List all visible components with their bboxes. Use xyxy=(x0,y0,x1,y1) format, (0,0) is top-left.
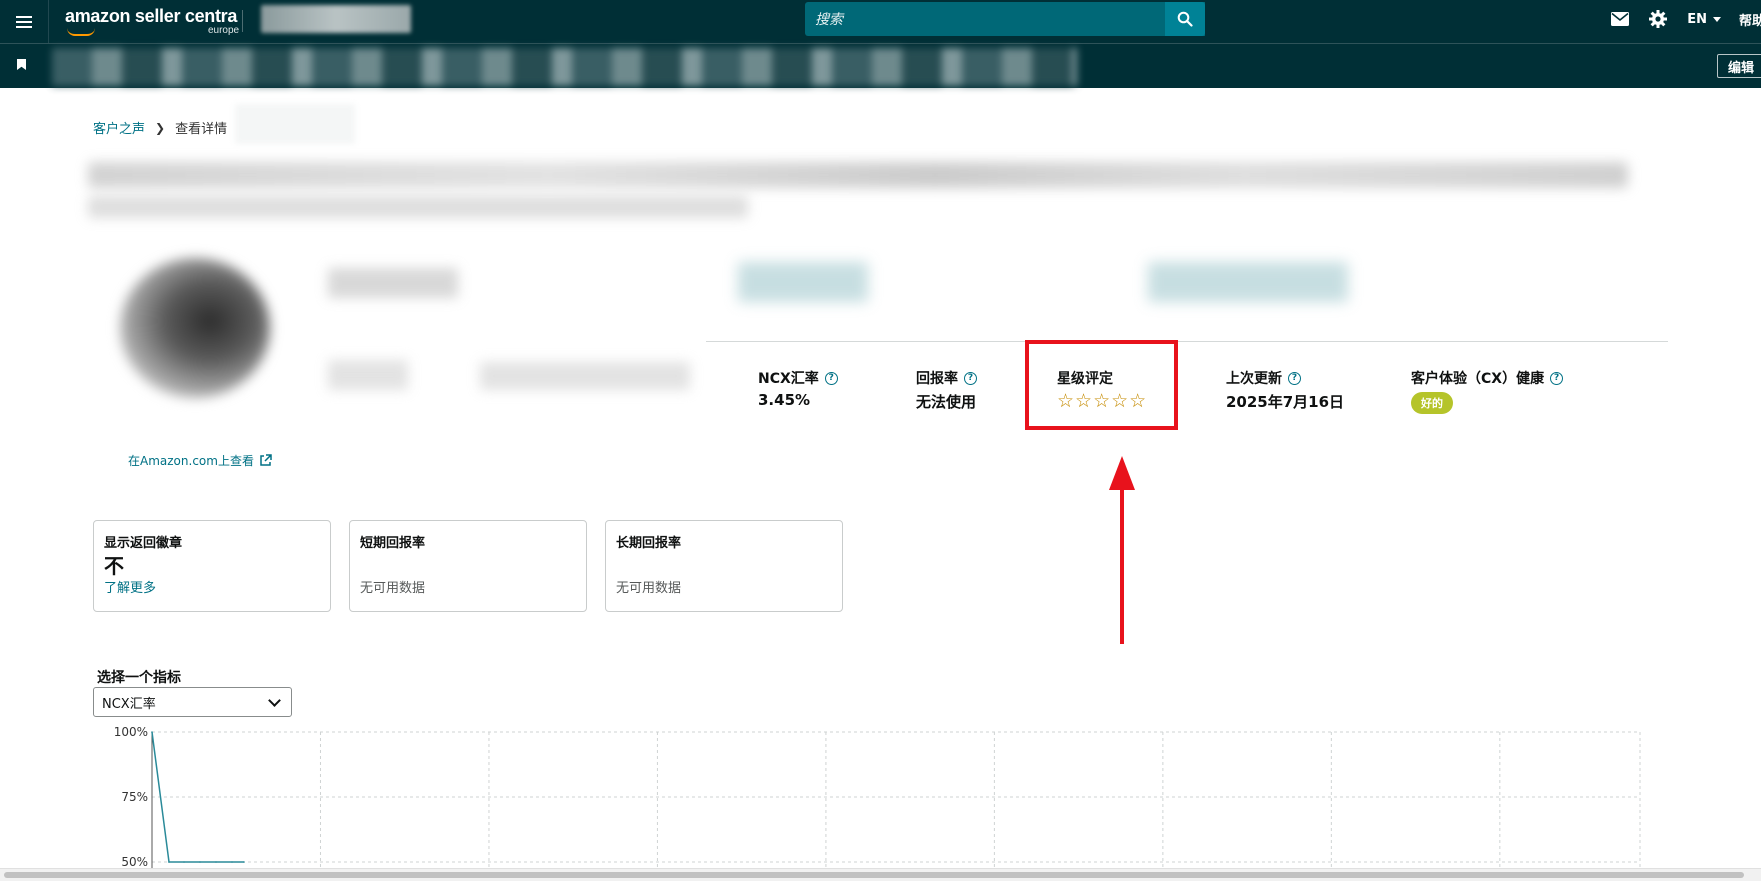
search-input[interactable] xyxy=(805,2,1197,38)
y-tick-label: 75% xyxy=(121,790,148,804)
data-point xyxy=(199,861,201,863)
search-box xyxy=(805,2,1205,38)
scrollbar-thumb[interactable] xyxy=(4,872,1744,878)
hamburger-menu-icon[interactable] xyxy=(0,0,49,43)
card-value: 无可用数据 xyxy=(616,581,682,596)
redacted-product-detail xyxy=(480,362,690,390)
redacted-breadcrumb xyxy=(235,104,355,144)
data-point xyxy=(231,861,233,863)
data-point xyxy=(183,861,185,863)
mail-icon[interactable] xyxy=(1611,12,1630,26)
data-point xyxy=(243,861,245,863)
redacted-product-detail xyxy=(328,360,408,390)
search-icon xyxy=(1177,11,1193,27)
redacted-bookmarks[interactable] xyxy=(52,48,1077,86)
breadcrumb-current: 查看详情 xyxy=(175,122,228,137)
y-tick-label: 100% xyxy=(114,725,148,739)
chevron-down-icon xyxy=(268,694,281,707)
annotation-highlight-box xyxy=(1025,340,1178,430)
redacted-store-selector[interactable] xyxy=(261,5,411,33)
data-point xyxy=(168,861,170,863)
help-icon[interactable]: ? xyxy=(1288,371,1301,385)
breadcrumb-voice-of-customer[interactable]: 客户之声 xyxy=(93,118,145,137)
edit-button[interactable]: 编辑 xyxy=(1716,54,1761,78)
data-point xyxy=(215,861,217,863)
metric-label: 回报率 xyxy=(916,371,958,387)
language-selector[interactable]: EN xyxy=(1687,12,1721,27)
redacted-product-detail xyxy=(738,262,868,302)
language-label: EN xyxy=(1687,11,1707,27)
metric-value: 无法使用 xyxy=(916,393,977,411)
metric-select-value: NCX汇率 xyxy=(102,696,156,712)
help-icon[interactable]: ? xyxy=(824,371,838,385)
annotation-arrow-shaft xyxy=(1120,480,1124,644)
search-button[interactable] xyxy=(1165,2,1205,36)
bookmark-bar: 编辑 xyxy=(0,43,1761,88)
chevron-down-icon xyxy=(1712,16,1721,22)
divider xyxy=(706,341,1668,342)
bookmark-icon[interactable] xyxy=(17,59,26,70)
chevron-right-icon: ❯ xyxy=(155,120,166,135)
metric-label: 客户体验（CX）健康 xyxy=(1411,371,1545,387)
horizontal-scrollbar[interactable] xyxy=(0,868,1761,881)
redacted-product-title-line2 xyxy=(88,196,748,218)
y-tick-label: 50% xyxy=(121,855,148,868)
learn-more-link[interactable]: 了解更多 xyxy=(104,577,320,596)
card-short-term-return: 短期回报率 无可用数据 xyxy=(349,520,587,612)
metric-label: NCX汇率 xyxy=(758,371,819,387)
logo-smile xyxy=(67,28,95,36)
card-title: 长期回报率 xyxy=(616,536,682,551)
data-point xyxy=(151,731,153,733)
metric-cx-health: 客户体验（CX）健康? 好的 xyxy=(1411,368,1564,414)
metric-line-chart: 100% 75% 50% xyxy=(114,725,1641,868)
metric-value: 3.45% xyxy=(758,391,811,409)
card-long-term-return: 长期回报率 无可用数据 xyxy=(605,520,843,612)
redacted-product-detail xyxy=(1148,262,1348,302)
divider xyxy=(242,10,243,32)
card-value: 不 xyxy=(104,554,124,578)
breadcrumb: 客户之声 ❯ 查看详情 xyxy=(93,118,228,138)
amazon-seller-central-logo[interactable]: amazon seller centra europe xyxy=(65,6,239,36)
redacted-product-image xyxy=(120,258,270,398)
logo-text: amazon seller centra xyxy=(65,6,238,26)
metric-ncx-rate: NCX汇率? 3.45% xyxy=(758,368,838,409)
card-title: 短期回报率 xyxy=(360,536,426,551)
redacted-product-detail xyxy=(328,268,458,298)
header-actions: EN 帮助 xyxy=(1611,0,1761,38)
help-icon[interactable]: ? xyxy=(964,371,977,385)
view-on-amazon-link[interactable]: 在Amazon.com上查看 xyxy=(128,452,272,469)
view-link-label: 在Amazon.com上查看 xyxy=(128,454,254,468)
gear-icon[interactable] xyxy=(1649,10,1668,28)
metric-select[interactable]: NCX汇率 xyxy=(93,687,292,717)
status-badge: 好的 xyxy=(1411,392,1453,414)
metric-last-updated: 上次更新? 2025年7月16日 xyxy=(1226,368,1344,412)
metric-label: 上次更新 xyxy=(1226,371,1282,387)
top-header: amazon seller centra europe 搜索 EN 帮助 xyxy=(0,0,1761,43)
metric-return-rate: 回报率? 无法使用 xyxy=(916,368,977,412)
card-return-badge: 显示返回徽章 不 了解更多 xyxy=(93,520,331,612)
external-link-icon xyxy=(260,454,272,466)
card-value: 无可用数据 xyxy=(360,581,426,596)
metric-value: 2025年7月16日 xyxy=(1226,393,1345,411)
metric-selector-label: 选择一个指标 xyxy=(97,670,181,686)
card-title: 显示返回徽章 xyxy=(104,536,183,551)
redacted-product-title xyxy=(88,162,1628,188)
help-icon[interactable]: ? xyxy=(1550,371,1564,385)
logo-region: europe xyxy=(207,25,240,36)
help-link[interactable]: 帮助 xyxy=(1739,10,1761,29)
